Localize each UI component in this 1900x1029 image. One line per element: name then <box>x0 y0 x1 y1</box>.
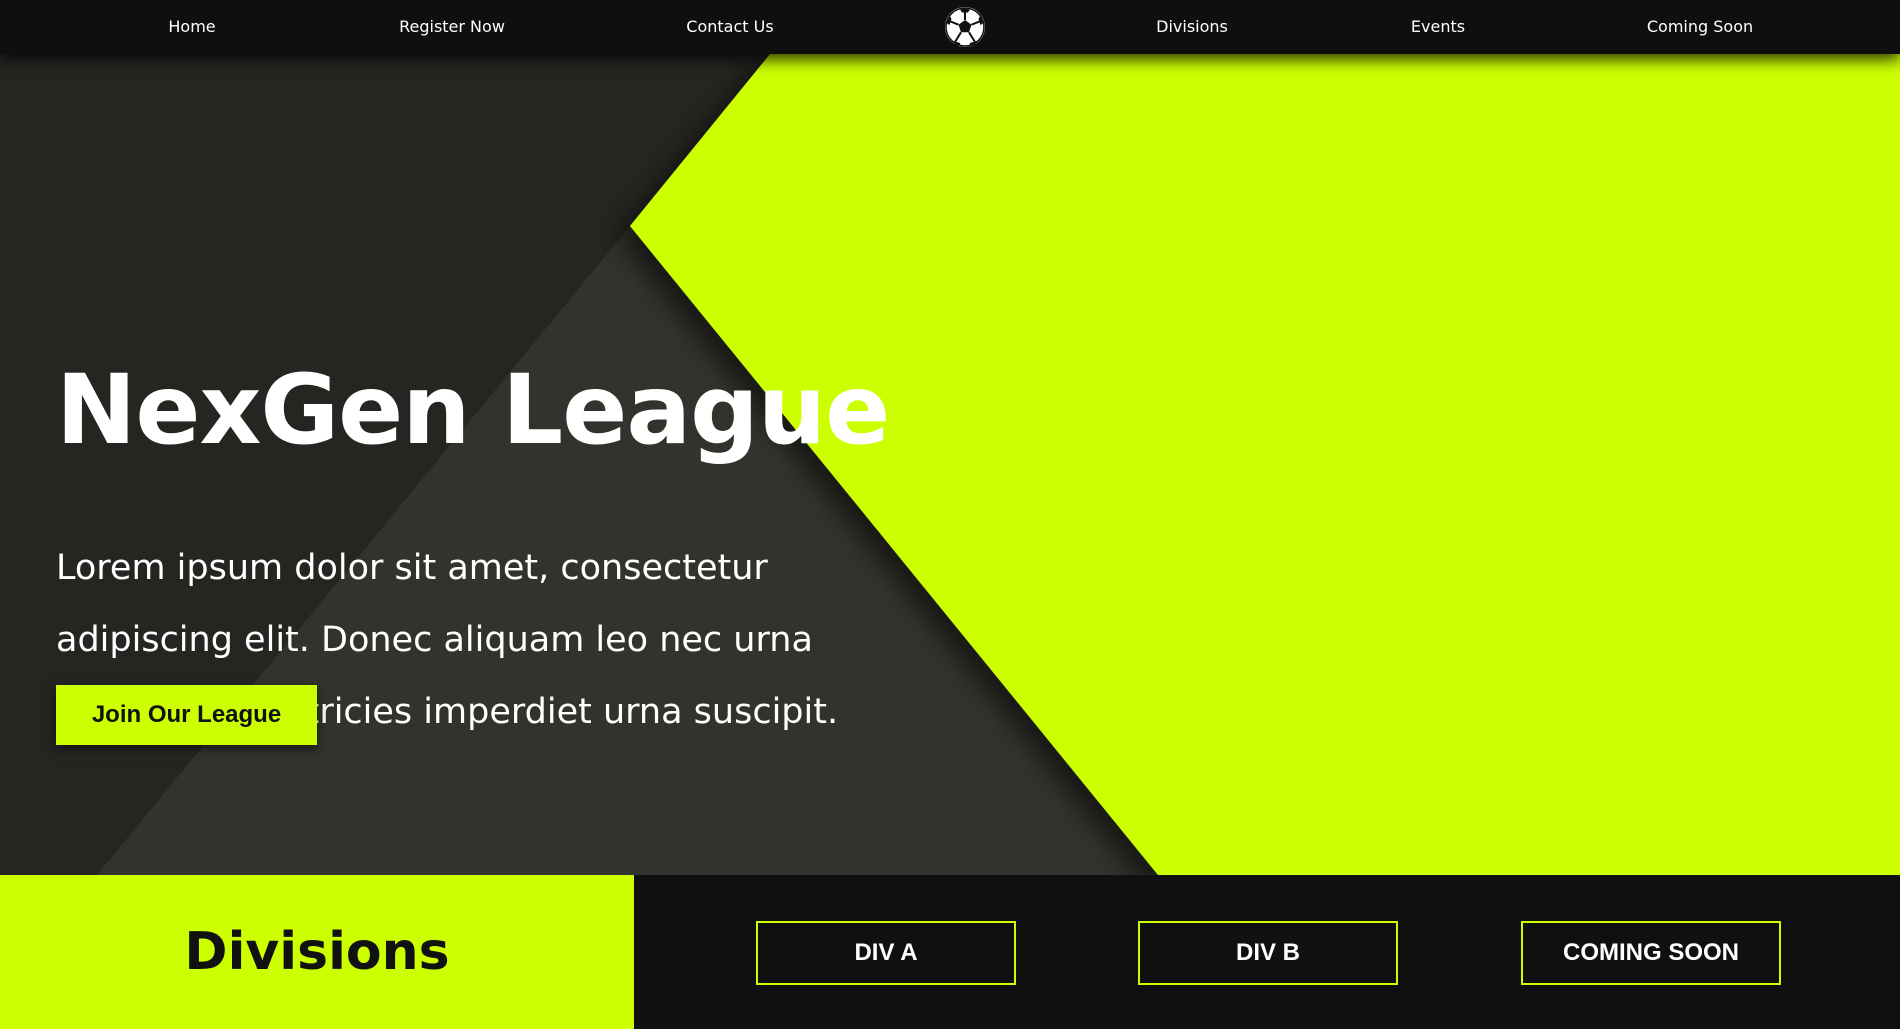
nav-home[interactable]: Home <box>168 0 215 54</box>
div-a-button[interactable]: DIV A <box>756 921 1016 985</box>
hero-description-line: Lorem ipsum dolor sit amet, consectetur <box>56 548 768 588</box>
coming-soon-button[interactable]: COMING SOON <box>1521 921 1781 985</box>
nav-events[interactable]: Events <box>1411 0 1465 54</box>
join-league-button[interactable]: Join Our League <box>56 685 317 745</box>
divisions-heading: Divisions <box>184 922 450 982</box>
hero-section: NexGen League Lorem ipsum dolor sit amet… <box>0 54 1900 875</box>
nav-contact-us[interactable]: Contact Us <box>686 0 773 54</box>
hero-title: NexGen League <box>56 354 890 466</box>
hero-description-line: adipiscing elit. Donec aliquam leo nec u… <box>56 620 813 660</box>
divisions-section: Divisions DIV A DIV B COMING SOON <box>0 875 1900 1029</box>
div-b-button[interactable]: DIV B <box>1138 921 1398 985</box>
soccer-ball-icon[interactable] <box>944 6 986 48</box>
nav-register-now[interactable]: Register Now <box>399 0 505 54</box>
nav-coming-soon[interactable]: Coming Soon <box>1647 0 1753 54</box>
divisions-heading-panel: Divisions <box>0 875 634 1029</box>
top-nav: Home Register Now Contact Us Divisions E… <box>0 0 1900 54</box>
nav-divisions[interactable]: Divisions <box>1156 0 1228 54</box>
